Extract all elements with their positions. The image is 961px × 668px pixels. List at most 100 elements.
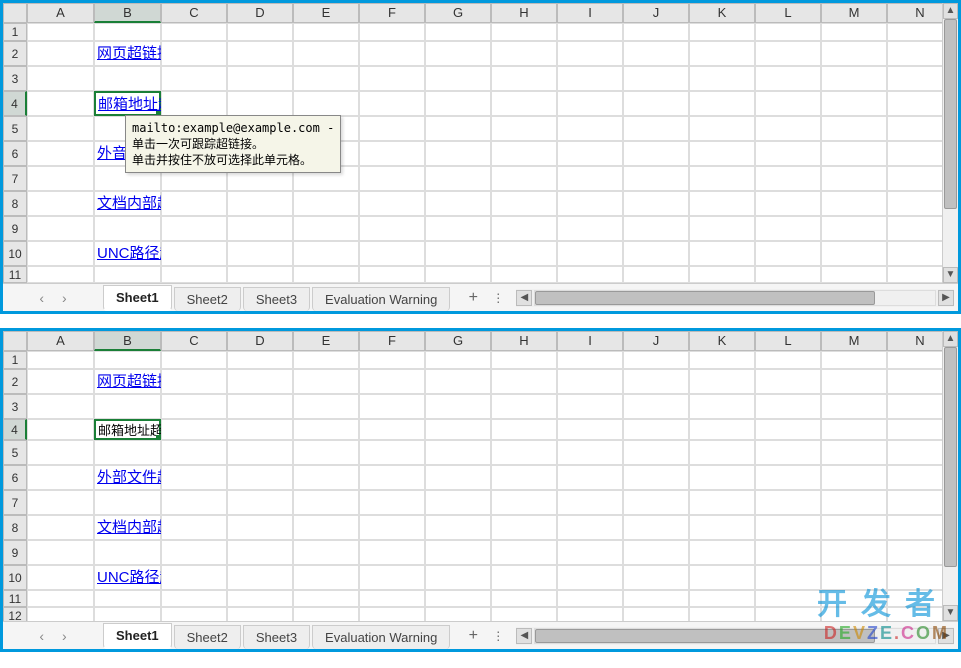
cell[interactable] xyxy=(227,23,293,41)
cell[interactable] xyxy=(161,216,227,241)
cell[interactable] xyxy=(821,490,887,515)
cell[interactable] xyxy=(27,515,94,540)
cell[interactable] xyxy=(557,515,623,540)
col-header-H[interactable]: H xyxy=(491,3,557,23)
tab-prev-button[interactable]: ‹ xyxy=(39,291,44,305)
cell[interactable] xyxy=(557,440,623,465)
row-header-4[interactable]: 4 xyxy=(3,419,27,440)
cell-B4-selected[interactable]: 邮箱地址超链接 xyxy=(94,419,161,440)
scroll-up-button[interactable]: ▲ xyxy=(943,3,958,19)
cell[interactable] xyxy=(623,419,689,440)
cell[interactable] xyxy=(557,91,623,116)
cell[interactable] xyxy=(425,394,491,419)
cell[interactable] xyxy=(557,351,623,369)
row-header-7[interactable]: 7 xyxy=(3,166,27,191)
cell[interactable] xyxy=(821,266,887,283)
cell[interactable] xyxy=(227,91,293,116)
cell[interactable] xyxy=(227,394,293,419)
cell[interactable] xyxy=(94,540,161,565)
cell[interactable] xyxy=(689,91,755,116)
col-header-M[interactable]: M xyxy=(821,331,887,351)
cell[interactable] xyxy=(425,141,491,166)
cell[interactable] xyxy=(821,191,887,216)
cell[interactable] xyxy=(491,565,557,590)
cell[interactable] xyxy=(227,515,293,540)
cell[interactable] xyxy=(623,590,689,607)
cell[interactable] xyxy=(94,216,161,241)
cell[interactable] xyxy=(161,607,227,621)
row-header-7[interactable]: 7 xyxy=(3,490,27,515)
cell[interactable] xyxy=(27,116,94,141)
cell[interactable] xyxy=(27,540,94,565)
row-header-3[interactable]: 3 xyxy=(3,394,27,419)
cell[interactable] xyxy=(821,351,887,369)
cell[interactable] xyxy=(27,369,94,394)
horizontal-scrollbar[interactable]: ◀ ▶ xyxy=(516,289,954,307)
cell[interactable] xyxy=(27,241,94,266)
cell[interactable] xyxy=(557,23,623,41)
row-header-12[interactable]: 12 xyxy=(3,607,27,621)
cell[interactable] xyxy=(161,23,227,41)
cell[interactable] xyxy=(755,607,821,621)
cell[interactable] xyxy=(623,266,689,283)
cell[interactable] xyxy=(623,116,689,141)
cell[interactable] xyxy=(623,369,689,394)
cell[interactable] xyxy=(689,166,755,191)
row-header-10[interactable]: 10 xyxy=(3,241,27,266)
col-header-H[interactable]: H xyxy=(491,331,557,351)
cell[interactable] xyxy=(491,394,557,419)
vertical-scrollbar[interactable]: ▲ ▼ xyxy=(942,331,958,621)
cell[interactable] xyxy=(27,490,94,515)
cell[interactable] xyxy=(491,369,557,394)
row-header-8[interactable]: 8 xyxy=(3,515,27,540)
cell[interactable] xyxy=(359,91,425,116)
cell[interactable] xyxy=(689,241,755,266)
cell[interactable] xyxy=(689,607,755,621)
cell[interactable] xyxy=(161,241,227,266)
cell[interactable] xyxy=(557,465,623,490)
cell[interactable] xyxy=(227,216,293,241)
col-header-E[interactable]: E xyxy=(293,331,359,351)
cell[interactable] xyxy=(689,216,755,241)
add-sheet-button[interactable]: + xyxy=(460,289,486,307)
cell[interactable] xyxy=(293,607,359,621)
scroll-left-button[interactable]: ◀ xyxy=(516,290,532,306)
cell[interactable] xyxy=(425,607,491,621)
cell[interactable] xyxy=(161,565,227,590)
cell[interactable] xyxy=(689,419,755,440)
cell[interactable] xyxy=(27,565,94,590)
cell[interactable] xyxy=(161,369,227,394)
cell[interactable] xyxy=(821,440,887,465)
cell[interactable] xyxy=(623,351,689,369)
col-header-L[interactable]: L xyxy=(755,3,821,23)
row-header-6[interactable]: 6 xyxy=(3,465,27,490)
cell[interactable] xyxy=(227,66,293,91)
cell[interactable] xyxy=(27,23,94,41)
row-header-8[interactable]: 8 xyxy=(3,191,27,216)
cell-B8[interactable]: 文档内部超链接 xyxy=(94,515,161,540)
cell[interactable] xyxy=(227,565,293,590)
cell[interactable] xyxy=(689,41,755,66)
cell[interactable] xyxy=(491,241,557,266)
col-header-D[interactable]: D xyxy=(227,3,293,23)
cell[interactable] xyxy=(27,91,94,116)
cell[interactable] xyxy=(227,41,293,66)
cell[interactable] xyxy=(94,66,161,91)
cell[interactable] xyxy=(425,41,491,66)
cell[interactable] xyxy=(425,540,491,565)
cell[interactable] xyxy=(425,369,491,394)
select-all-corner[interactable] xyxy=(3,3,27,23)
cell[interactable] xyxy=(755,191,821,216)
cell[interactable] xyxy=(689,565,755,590)
col-header-L[interactable]: L xyxy=(755,331,821,351)
cell[interactable] xyxy=(359,41,425,66)
cell[interactable] xyxy=(293,369,359,394)
cell[interactable] xyxy=(94,266,161,283)
cell[interactable] xyxy=(755,241,821,266)
cell[interactable] xyxy=(293,23,359,41)
cell[interactable] xyxy=(755,515,821,540)
cell[interactable] xyxy=(359,465,425,490)
horizontal-scrollbar[interactable]: ◀ ▶ xyxy=(516,627,954,645)
cell[interactable] xyxy=(491,216,557,241)
cell[interactable] xyxy=(557,490,623,515)
